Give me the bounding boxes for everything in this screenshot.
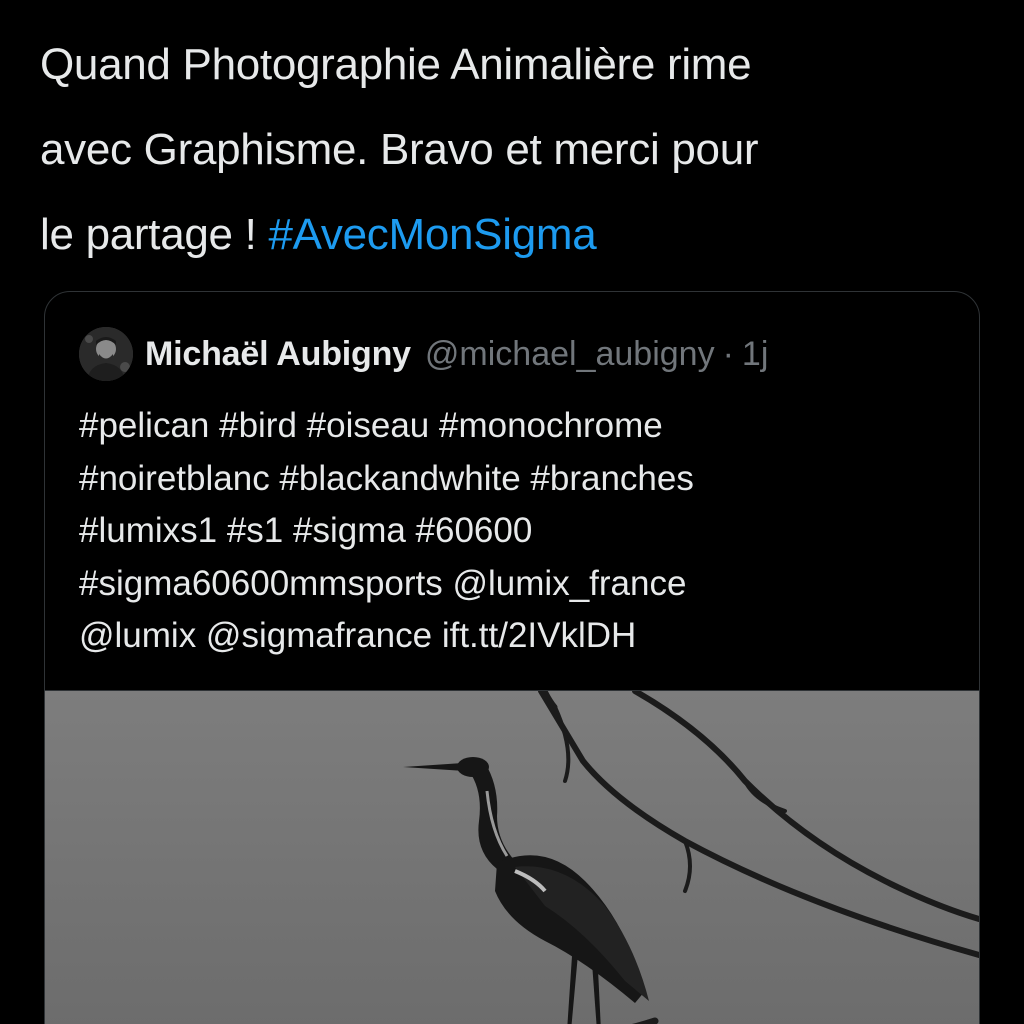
meta-separator: · xyxy=(722,334,734,373)
author-name[interactable]: Michaël Aubigny xyxy=(145,335,411,374)
author-handle[interactable]: @michael_aubigny xyxy=(425,335,715,374)
quoted-tweet-text: #pelican #bird #oiseau #monochrome #noir… xyxy=(79,406,694,655)
tweet-photo[interactable] xyxy=(45,690,979,1024)
avatar-photo-icon xyxy=(79,327,133,381)
quoted-tweet-card[interactable]: Michaël Aubigny @michael_aubigny · 1j #p… xyxy=(44,291,980,1024)
avatar[interactable] xyxy=(79,327,133,381)
tweet-text: Quand Photographie Animalière rime avec … xyxy=(40,22,1000,277)
quoted-tweet-header: Michaël Aubigny @michael_aubigny · 1j xyxy=(79,325,768,383)
post-time[interactable]: 1j xyxy=(742,335,768,374)
heron-on-branch-photo-icon xyxy=(45,691,979,1024)
hashtag-link[interactable]: #AvecMonSigma xyxy=(268,210,596,259)
